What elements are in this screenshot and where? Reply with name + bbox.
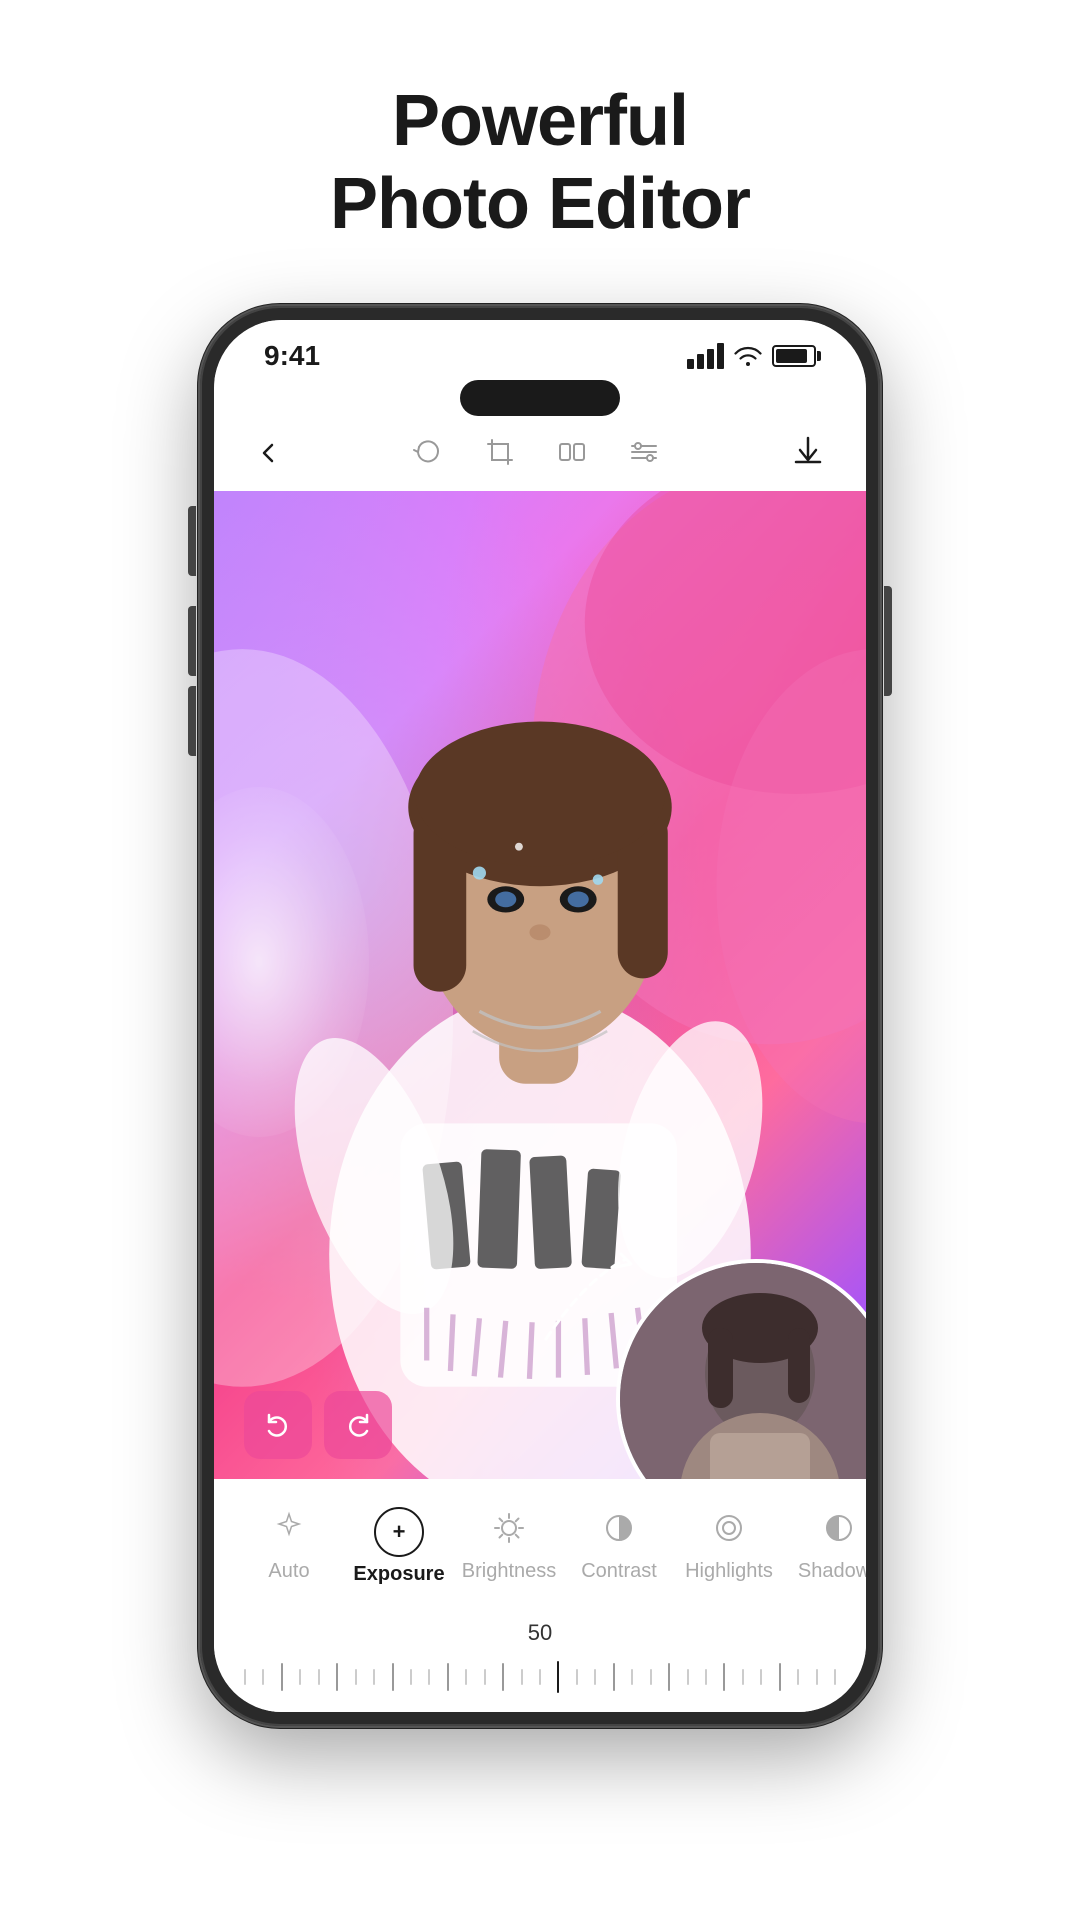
bottom-controls: Auto Exposure: [214, 1479, 866, 1712]
toolbar-left-icons: [254, 438, 282, 475]
rotate-icon[interactable]: [412, 436, 444, 476]
tick: [465, 1669, 467, 1685]
contrast-label: Contrast: [581, 1560, 657, 1583]
tick: [834, 1669, 836, 1685]
tool-tabs: Auto Exposure: [214, 1479, 866, 1604]
battery-icon: [772, 345, 816, 367]
redo-button[interactable]: [324, 1391, 392, 1459]
tick: [447, 1663, 449, 1691]
tick: [760, 1669, 762, 1685]
before-image: Before: [620, 1263, 866, 1479]
tool-tab-auto[interactable]: Auto: [234, 1502, 344, 1591]
signal-icon: [687, 343, 724, 369]
tick: [687, 1669, 689, 1685]
brightness-icon: [491, 1510, 527, 1554]
tick: [705, 1669, 707, 1685]
download-button[interactable]: [790, 434, 826, 479]
crop-icon[interactable]: [484, 436, 516, 476]
slider-area: 50: [214, 1604, 866, 1712]
tick: [484, 1669, 486, 1685]
tick: [816, 1669, 818, 1685]
contrast-icon: [601, 1510, 637, 1554]
phone-shell: 9:41: [200, 306, 880, 1726]
shadows-label: Shadows: [798, 1560, 866, 1583]
tick: [594, 1669, 596, 1685]
tick: [779, 1663, 781, 1691]
tick: [650, 1669, 652, 1685]
tick: [723, 1663, 725, 1691]
tool-tab-contrast[interactable]: Contrast: [564, 1502, 674, 1591]
shadows-icon: [821, 1510, 857, 1554]
tick: [613, 1663, 615, 1691]
undo-button[interactable]: [244, 1391, 312, 1459]
tick: [742, 1669, 744, 1685]
tick: [539, 1669, 541, 1685]
tick-center: [557, 1661, 559, 1693]
tick: [355, 1669, 357, 1685]
tick: [521, 1669, 523, 1685]
highlights-icon: [711, 1510, 747, 1554]
tick: [428, 1669, 430, 1685]
auto-icon: [271, 1510, 307, 1554]
tick: [373, 1669, 375, 1685]
undo-redo-controls: [244, 1391, 392, 1459]
exposure-icon: [374, 1507, 424, 1557]
photo-area: Before: [214, 491, 866, 1479]
phone-screen: 9:41: [214, 320, 866, 1712]
highlights-label: Highlights: [685, 1560, 773, 1583]
tick: [410, 1669, 412, 1685]
tick: [797, 1669, 799, 1685]
adjust-icon[interactable]: [628, 436, 660, 476]
tick: [336, 1663, 338, 1691]
wifi-icon: [734, 345, 762, 367]
back-button[interactable]: [254, 438, 282, 475]
dynamic-island: [460, 380, 620, 416]
status-time: 9:41: [264, 340, 320, 372]
status-icons: [687, 343, 816, 369]
status-bar: 9:41: [214, 320, 866, 380]
tick: [244, 1669, 246, 1685]
photo-background: Before: [214, 491, 866, 1479]
tick: [576, 1669, 578, 1685]
tick: [299, 1669, 301, 1685]
slider-track[interactable]: [244, 1652, 836, 1702]
tool-tab-shadows[interactable]: Shadows: [784, 1502, 866, 1591]
tick: [262, 1669, 264, 1685]
auto-label: Auto: [268, 1560, 309, 1583]
tool-tab-highlights[interactable]: Highlights: [674, 1502, 784, 1591]
toolbar: [214, 422, 866, 491]
flip-icon[interactable]: [556, 436, 588, 476]
before-circle[interactable]: Before: [616, 1259, 866, 1479]
tick: [281, 1663, 283, 1691]
toolbar-center-icons: [412, 436, 660, 476]
tick: [631, 1669, 633, 1685]
tick: [318, 1669, 320, 1685]
tick: [668, 1663, 670, 1691]
tick: [392, 1663, 394, 1691]
exposure-label: Exposure: [353, 1563, 444, 1586]
slider-value: 50: [244, 1620, 836, 1646]
tool-tab-exposure[interactable]: Exposure: [344, 1499, 454, 1594]
slider-ticks: [244, 1657, 836, 1697]
brightness-label: Brightness: [462, 1560, 557, 1583]
tool-tab-brightness[interactable]: Brightness: [454, 1502, 564, 1591]
page-title: Powerful Photo Editor: [330, 80, 750, 246]
tick: [502, 1663, 504, 1691]
